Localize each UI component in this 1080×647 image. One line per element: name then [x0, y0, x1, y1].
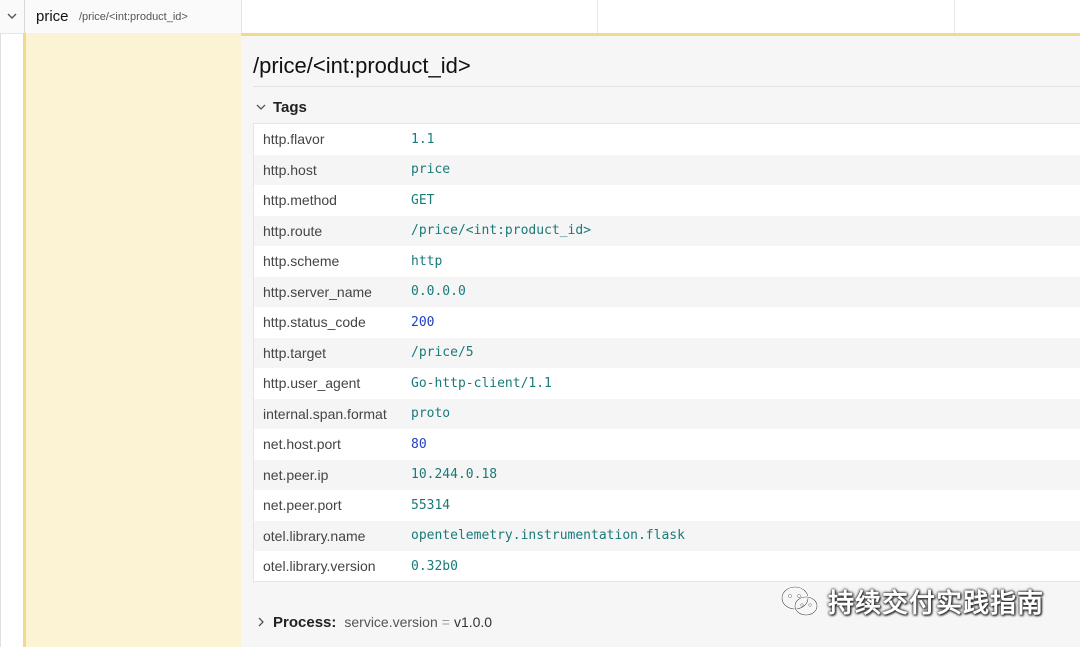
- table-row: internal.span.format proto: [254, 398, 1080, 429]
- tag-key: net.peer.port: [263, 497, 342, 514]
- timeline-cell: [241, 0, 598, 34]
- span-operation-name: /price/<int:product_id>: [79, 11, 188, 23]
- wechat-icon: [780, 585, 819, 616]
- chevron-right-icon[interactable]: [255, 616, 267, 628]
- table-row: http.method GET: [254, 185, 1080, 216]
- tags-section-header[interactable]: Tags: [255, 98, 307, 116]
- tag-key: otel.library.version: [263, 558, 376, 575]
- table-row: span.kind: [254, 582, 1080, 583]
- tag-key: internal.span.format: [263, 405, 387, 422]
- tag-value: 200: [411, 314, 435, 330]
- tag-value: opentelemetry.instrumentation.flask: [411, 528, 685, 544]
- timeline-cell: [597, 0, 955, 34]
- table-row: net.peer.port 55314: [254, 490, 1080, 521]
- table-row: http.status_code 200: [254, 307, 1080, 338]
- table-row: http.user_agent Go-http-client/1.1: [254, 368, 1080, 399]
- tag-value: price: [411, 162, 451, 178]
- process-label: Process:: [273, 613, 337, 631]
- chevron-down-icon[interactable]: [5, 9, 19, 23]
- tag-value: /price/<int:product_id>: [411, 223, 592, 239]
- tag-key: net.host.port: [263, 436, 341, 453]
- tag-key: http.user_agent: [263, 375, 361, 392]
- tag-value: 0.32b0: [411, 558, 458, 574]
- tags-label: Tags: [273, 98, 307, 116]
- span-row[interactable]: price /price/<int:product_id>: [0, 0, 241, 34]
- span-tree-fill: [26, 33, 241, 647]
- watermark: 持续交付实践指南: [780, 583, 1044, 620]
- tag-key: otel.library.name: [263, 527, 366, 544]
- table-row: http.scheme http: [254, 246, 1080, 277]
- tree-divider: [24, 0, 25, 33]
- tree-left-edge: [0, 33, 1, 647]
- watermark-text: 持续交付实践指南: [828, 588, 1045, 618]
- process-section-header[interactable]: Process: service.version = v1.0.0: [255, 612, 492, 632]
- tag-key: http.route: [263, 222, 323, 239]
- table-row: http.flavor 1.1: [254, 124, 1080, 155]
- process-value: v1.0.0: [453, 614, 493, 630]
- span-tree-column: price /price/<int:product_id>: [0, 0, 241, 647]
- table-row: http.server_name 0.0.0.0: [254, 276, 1080, 307]
- tag-value: 80: [411, 436, 427, 452]
- tag-value: 0.0.0.0: [411, 284, 466, 300]
- tag-value: /price/5: [411, 345, 474, 361]
- table-row: net.peer.ip 10.244.0.18: [254, 459, 1080, 490]
- tag-value: http: [411, 253, 443, 269]
- tag-key: http.target: [263, 344, 327, 361]
- tag-value: GET: [411, 192, 435, 208]
- tag-value: proto: [411, 406, 451, 422]
- tag-value: 1.1: [411, 131, 435, 147]
- process-equals: =: [441, 614, 450, 630]
- chevron-down-icon[interactable]: [255, 101, 267, 113]
- span-detail-panel: /price/<int:product_id> Tags http.flavor…: [241, 33, 1080, 647]
- tag-value: Go-http-client/1.1: [411, 375, 552, 391]
- table-row: http.route/price/<int:product_id>: [254, 215, 1080, 246]
- tag-value: 55314: [411, 497, 451, 513]
- process-key: service.version: [344, 614, 438, 630]
- span-detail-title: /price/<int:product_id>: [253, 53, 471, 78]
- table-row: otel.library.version 0.32b0: [254, 551, 1080, 581]
- title-divider: [253, 86, 1080, 87]
- tag-key: net.peer.ip: [263, 466, 329, 483]
- timeline-cell: [954, 0, 1080, 34]
- span-service-name: price: [36, 8, 69, 25]
- tag-value: 10.244.0.18: [411, 467, 498, 483]
- tag-key: http.status_code: [263, 314, 366, 331]
- table-row: http.target/price/5: [254, 337, 1080, 368]
- tag-key: http.host: [263, 161, 317, 178]
- table-row: net.host.port 80: [254, 429, 1080, 460]
- table-row: otel.library.name opentelemetry.instrumen…: [254, 520, 1080, 551]
- tag-key: http.method: [263, 192, 337, 209]
- tags-table: http.flavor 1.1 http.host price http.metho…: [253, 123, 1080, 582]
- tag-key: http.scheme: [263, 253, 340, 270]
- tag-key: http.server_name: [263, 283, 372, 300]
- tag-key: http.flavor: [263, 131, 325, 148]
- table-row: http.host price: [254, 154, 1080, 185]
